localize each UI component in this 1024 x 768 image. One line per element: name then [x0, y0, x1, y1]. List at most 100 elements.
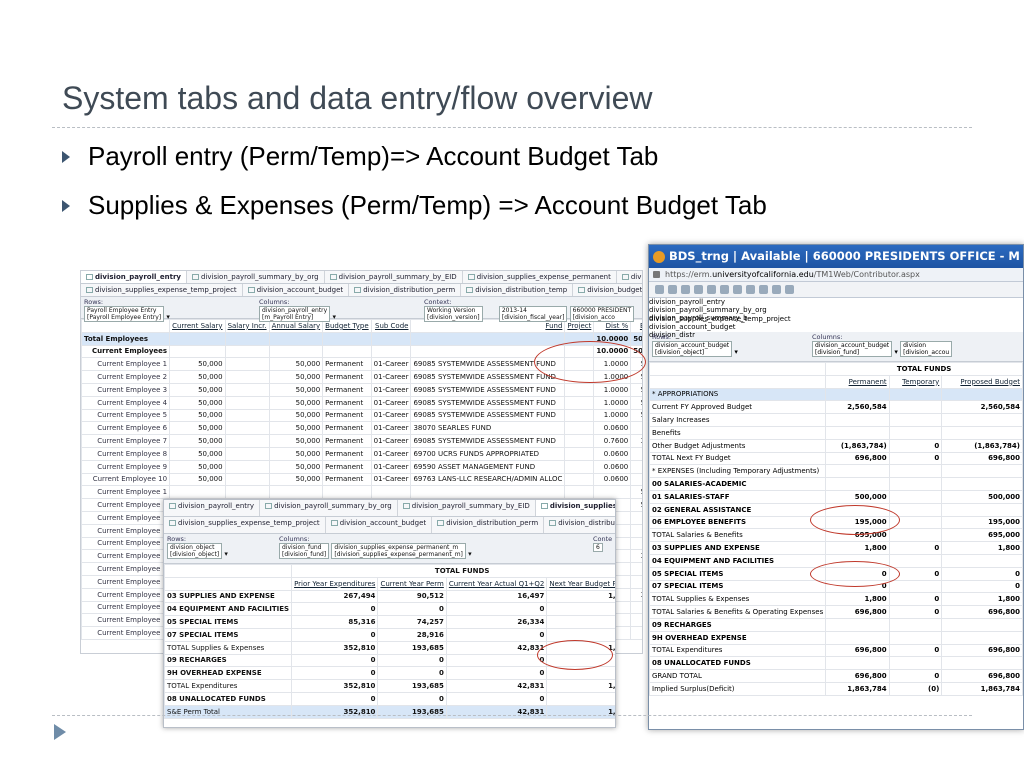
cell[interactable]: 03 SUPPLIES AND EXPENSE — [164, 589, 293, 604]
tab-division-supplies-expense-permanent[interactable]: division_supplies_expense_permanent — [463, 271, 617, 283]
cell[interactable]: 3,000 — [630, 523, 642, 538]
column-header[interactable]: Next Year Budget Perm — [546, 576, 615, 591]
cell[interactable]: 50,000 — [169, 395, 226, 410]
cell[interactable]: 01 SALARIES-STAFF — [649, 489, 827, 504]
cell[interactable]: Permanent — [322, 382, 372, 397]
tab-division-payroll-summary-by-org[interactable]: division_payroll_summary_by_org — [649, 306, 1023, 314]
cell[interactable]: 50,000 — [169, 382, 226, 397]
cell[interactable]: 01-Career — [370, 459, 412, 474]
cell[interactable]: Current Employee 3 — [81, 382, 171, 397]
table-row[interactable]: Salary Increases — [649, 413, 1023, 427]
cell[interactable]: 0 — [888, 605, 943, 619]
cell[interactable] — [169, 331, 226, 346]
cell[interactable]: Current Employee 8 — [81, 446, 171, 461]
cell[interactable]: 1,800 — [546, 679, 615, 693]
cell[interactable]: 28,916 — [377, 627, 447, 642]
cell[interactable]: 3,000 — [630, 613, 642, 628]
cell[interactable]: Permanent — [322, 421, 372, 436]
cell[interactable]: 38,000 — [630, 587, 642, 602]
cell[interactable]: 05 SPECIAL ITEMS — [649, 566, 827, 581]
cell[interactable]: 50,000 — [630, 408, 642, 423]
table-row[interactable]: TOTAL Salaries & Benefits & Operating Ex… — [649, 605, 1023, 619]
tab-division-payroll-entry[interactable]: division_payroll_entry — [649, 298, 1023, 306]
cell[interactable]: S&E Perm Total — [164, 704, 293, 719]
cell[interactable]: 09 RECHARGES — [164, 653, 293, 668]
cell[interactable] — [941, 656, 1023, 671]
cell[interactable] — [322, 344, 372, 359]
column-header[interactable]: Proposed Budget — [941, 374, 1023, 389]
cell[interactable] — [564, 459, 595, 474]
cell[interactable] — [888, 656, 943, 671]
cell[interactable]: Permanent — [322, 408, 372, 423]
cell[interactable] — [564, 485, 595, 500]
cell[interactable]: 85,316 — [291, 615, 379, 629]
cell[interactable]: Current Employee 7 — [81, 434, 171, 448]
tab-division-budget-office-1[interactable]: division_budget_office_1 — [573, 284, 642, 296]
table-row[interactable]: Current Employee 9 50,000 50,000 Permanent 0… — [81, 459, 642, 474]
cell[interactable] — [941, 425, 1023, 440]
cell[interactable]: 03 SUPPLIES AND EXPENSE — [649, 541, 827, 555]
table-row[interactable]: 07 SPECIAL ITEMS028,91600 — [164, 627, 615, 642]
cell[interactable]: 0 — [445, 602, 548, 617]
cell[interactable] — [941, 464, 1023, 479]
cell[interactable]: 0 — [377, 602, 447, 617]
cell[interactable] — [941, 477, 1023, 491]
cell[interactable] — [224, 382, 270, 397]
cell[interactable]: 50,000 — [630, 382, 642, 397]
cell[interactable]: 696,800 — [825, 643, 890, 658]
cell[interactable]: 0.0600 — [593, 459, 632, 474]
cell[interactable] — [322, 331, 372, 346]
cell[interactable]: 01-Career — [370, 421, 412, 436]
cell[interactable]: Permanent — [322, 459, 372, 474]
cell[interactable] — [825, 387, 890, 402]
tab-division-supplies-[interactable]: division_supplies_ — [617, 271, 642, 283]
cell[interactable] — [888, 617, 943, 632]
cell[interactable] — [564, 382, 595, 397]
cell[interactable]: TOTAL Supplies & Expenses — [164, 640, 293, 655]
cell[interactable] — [410, 331, 566, 346]
cell[interactable]: 08 UNALLOCATED FUNDS — [649, 656, 827, 671]
table-row[interactable]: TOTAL Expenditures 352,810 193,685 42,831 1,… — [164, 679, 615, 693]
cell[interactable]: 0 — [888, 451, 943, 466]
cell[interactable]: 696,800 — [825, 451, 890, 466]
cell[interactable]: 1,800 — [825, 541, 890, 555]
cell[interactable]: 07 SPECIAL ITEMS — [649, 579, 827, 594]
fiscal-year-picker[interactable]: 2013-14 [division_fiscal_year] — [498, 306, 568, 322]
cell[interactable]: 50,000 — [169, 357, 226, 372]
table-row[interactable]: 09 RECHARGES — [649, 617, 1023, 632]
cell[interactable]: Current Employee 1 — [81, 574, 171, 589]
cell[interactable]: Current Employee 2 — [81, 626, 171, 640]
chevron-down-icon[interactable]: ▾ — [468, 550, 472, 558]
cell[interactable] — [825, 425, 890, 440]
cell[interactable]: 01-Career — [370, 382, 412, 397]
cell[interactable]: 0.0600 — [593, 421, 632, 436]
cell[interactable]: Other Budget Adjustments — [649, 438, 827, 453]
cell[interactable]: 695,000 — [941, 528, 1023, 543]
cell[interactable]: 3,000 — [630, 562, 642, 576]
column-header[interactable]: Prior Year Expenditures — [291, 576, 379, 591]
cell[interactable]: 193,685 — [377, 679, 447, 693]
cell[interactable] — [564, 472, 595, 487]
sandbox-icon[interactable] — [785, 285, 794, 294]
column-dimension-picker[interactable]: division_payroll_entry [m_Payroll Entry] — [259, 306, 331, 322]
cell[interactable]: 0 — [377, 666, 447, 681]
cell[interactable] — [169, 485, 226, 500]
cell[interactable]: Current Employee 1 — [81, 562, 171, 576]
cell[interactable]: 1,800 — [546, 704, 615, 719]
cell[interactable]: 352,810 — [291, 640, 379, 655]
cell[interactable] — [224, 370, 270, 384]
chevron-down-icon[interactable]: ▾ — [894, 348, 898, 356]
cell[interactable]: 69763 LANS-LLC RESEARCH/ADMIN ALLOC — [410, 472, 566, 487]
table-row[interactable]: 08 UNALLOCATED FUNDS — [649, 656, 1023, 671]
cell[interactable]: 50,000 — [268, 446, 324, 461]
table-row[interactable]: Current Employee 1 50,000 — [81, 485, 642, 500]
cell[interactable] — [224, 395, 270, 410]
cell[interactable]: Current Employee 1 — [81, 549, 171, 564]
cell[interactable]: 04 EQUIPMENT AND FACILITIES — [164, 602, 293, 617]
cell[interactable]: Implied Surplus(Deficit) — [649, 681, 827, 696]
cell[interactable]: 195,000 — [941, 515, 1023, 530]
cell[interactable]: 01-Career — [370, 446, 412, 461]
cell[interactable]: 38070 SEARLES FUND — [410, 421, 566, 436]
cell[interactable]: 0 — [377, 653, 447, 668]
cell[interactable]: 50,000 — [268, 395, 324, 410]
